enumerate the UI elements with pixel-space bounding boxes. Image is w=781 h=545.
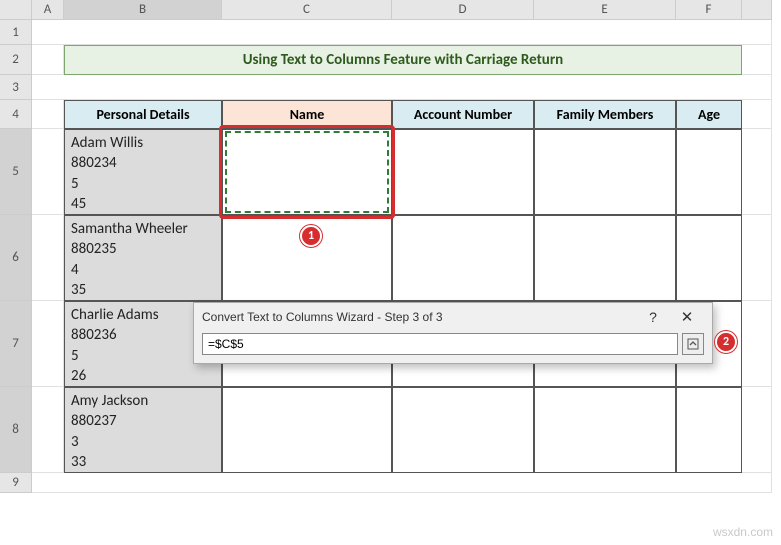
cell-g7[interactable] (742, 301, 772, 387)
cell-b5[interactable]: Adam Willis 880234 5 45 (64, 129, 222, 215)
cell-c8[interactable] (222, 387, 392, 473)
col-header-a[interactable]: A (32, 0, 64, 20)
col-header-blank[interactable] (742, 0, 772, 20)
col-header-c[interactable]: C (222, 0, 392, 20)
cell-c5[interactable] (222, 129, 392, 215)
cell-g6[interactable] (742, 215, 772, 301)
header-personal-details[interactable]: Personal Details (64, 100, 222, 129)
row-header-6[interactable]: 6 (0, 215, 32, 301)
col-header-f[interactable]: F (676, 0, 742, 20)
cell-a8[interactable] (32, 387, 64, 473)
cell-f6[interactable] (676, 215, 742, 301)
cell-e8[interactable] (534, 387, 676, 473)
row-header-9[interactable]: 9 (0, 473, 32, 493)
cell-a7[interactable] (32, 301, 64, 387)
col-header-e[interactable]: E (534, 0, 676, 20)
row-header-4[interactable]: 4 (0, 100, 32, 129)
dialog-close-button[interactable]: ✕ (670, 308, 704, 326)
cell-d8[interactable] (392, 387, 534, 473)
cell-a5[interactable] (32, 129, 64, 215)
row-header-5[interactable]: 5 (0, 129, 32, 215)
cell-a6[interactable] (32, 215, 64, 301)
select-all-corner[interactable] (0, 0, 32, 20)
title-cell[interactable]: Using Text to Columns Feature with Carri… (64, 45, 742, 75)
cell-a2[interactable] (32, 45, 64, 75)
collapse-icon (687, 338, 699, 350)
cell-b6[interactable]: Samantha Wheeler 880235 4 35 (64, 215, 222, 301)
cell-a1[interactable] (32, 20, 772, 45)
header-age[interactable]: Age (676, 100, 742, 129)
collapse-dialog-button[interactable] (682, 333, 704, 355)
cell-e5[interactable] (534, 129, 676, 215)
cell-a4[interactable] (32, 100, 64, 129)
dialog-title: Convert Text to Columns Wizard - Step 3 … (202, 310, 636, 324)
spreadsheet-grid: A B C D E F 1 2 Using Text to Columns Fe… (0, 0, 781, 493)
cell-f5[interactable] (676, 129, 742, 215)
cell-g4[interactable] (742, 100, 772, 129)
cell-f8[interactable] (676, 387, 742, 473)
text-to-columns-dialog: Convert Text to Columns Wizard - Step 3 … (193, 302, 713, 364)
dialog-titlebar[interactable]: Convert Text to Columns Wizard - Step 3 … (194, 303, 712, 331)
header-family-members[interactable]: Family Members (534, 100, 676, 129)
cell-e6[interactable] (534, 215, 676, 301)
dialog-body (194, 331, 712, 363)
header-account-number[interactable]: Account Number (392, 100, 534, 129)
cell-b8[interactable]: Amy Jackson 880237 3 33 (64, 387, 222, 473)
row-header-7[interactable]: 7 (0, 301, 32, 387)
callout-badge-1: 1 (300, 225, 322, 247)
cell-row9[interactable] (32, 473, 772, 493)
watermark: wsxdn.com (713, 525, 773, 539)
cell-g2[interactable] (742, 45, 772, 75)
col-header-d[interactable]: D (392, 0, 534, 20)
row-header-1[interactable]: 1 (0, 20, 32, 45)
destination-input[interactable] (202, 333, 678, 355)
cell-d5[interactable] (392, 129, 534, 215)
cell-g5[interactable] (742, 129, 772, 215)
header-name[interactable]: Name (222, 100, 392, 129)
row-header-3[interactable]: 3 (0, 75, 32, 100)
col-header-b[interactable]: B (64, 0, 222, 20)
callout-badge-2: 2 (715, 331, 737, 353)
cell-d6[interactable] (392, 215, 534, 301)
cell-g8[interactable] (742, 387, 772, 473)
row-header-8[interactable]: 8 (0, 387, 32, 473)
row-header-2[interactable]: 2 (0, 45, 32, 75)
dialog-help-button[interactable]: ? (636, 309, 670, 325)
cell-row3[interactable] (32, 75, 772, 100)
